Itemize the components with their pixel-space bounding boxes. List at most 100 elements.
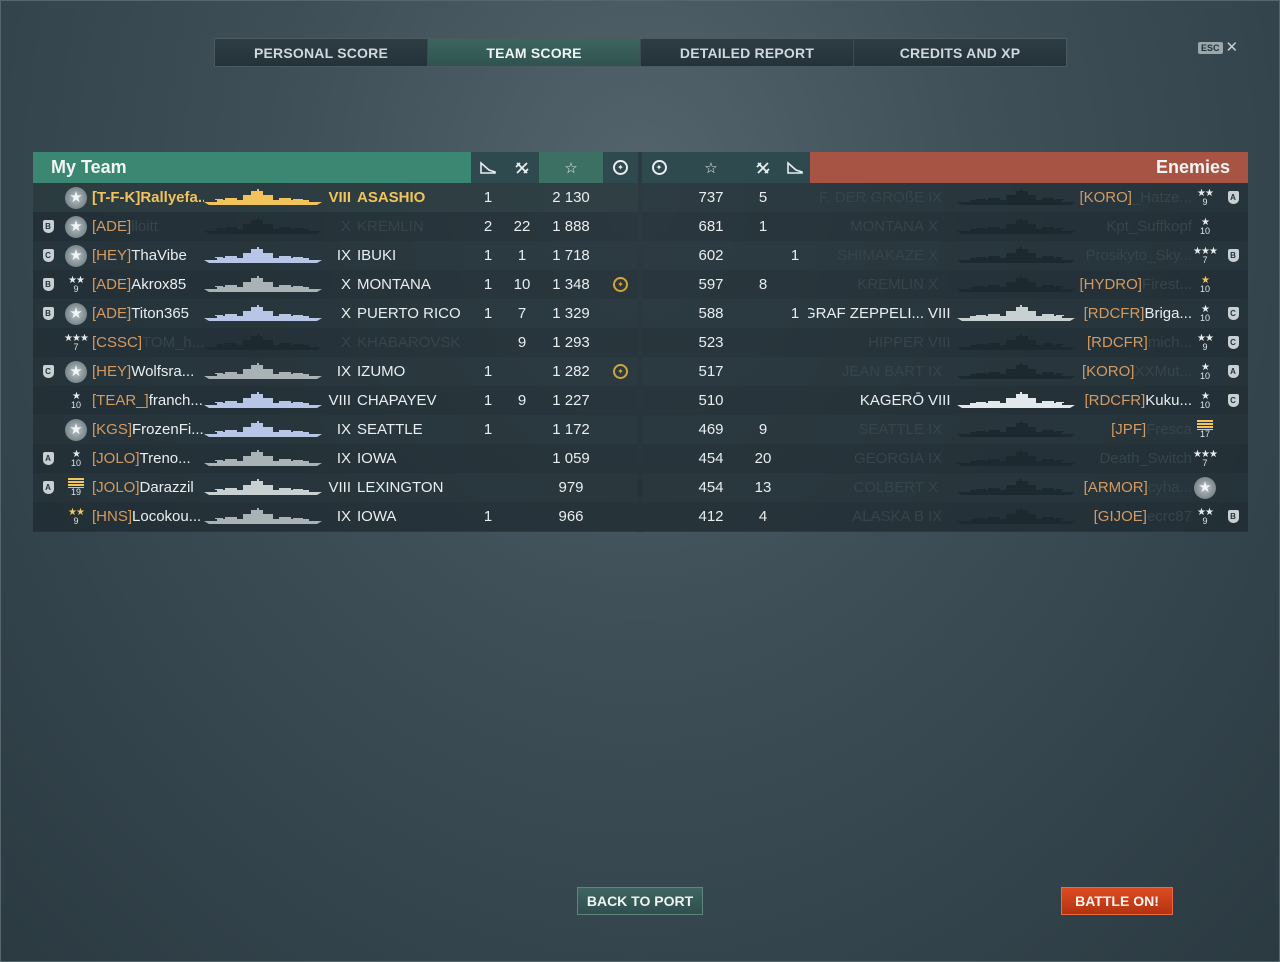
rank-stars-icon: ★★★ 7 [1193,448,1218,468]
frags-cell [746,386,780,415]
enemy-row[interactable]: 412 4 ALASKA B IX [GIJOE] ecrc87 ★★ 9 B [642,502,1248,531]
tier-cell: IX [325,444,351,473]
xp-value: 1 718 [552,247,590,264]
ship-silhouette [203,450,323,467]
frags-column-icon[interactable] [505,152,539,183]
achievements-column-icon[interactable]: ✦ [642,152,676,183]
player-cell: [JPF] Fresca [1080,415,1192,444]
division-cell [41,502,55,531]
xp-cell: 454 [676,444,746,473]
rank-medal-icon: ★ [64,302,88,326]
rank-stars-icon: ★ 10 [70,448,81,468]
player-name: Firest... [1141,276,1192,293]
player-row[interactable]: B ★ [ADE] Titon365 X PUERTO RICO 1 7 1 329 [33,299,638,328]
ship-name: IOWA [357,450,397,467]
rank-bars-icon: 19 [64,476,88,500]
enemy-row[interactable]: 523 HIPPER VIII [RDCFR] mich... ★★ 9 C [642,328,1248,357]
rank-medal-icon: ★ [64,244,88,268]
enemy-row[interactable]: 454 20 GEORGIA IX Death_Switch ★★★ 7 [642,444,1248,473]
xp-column-icon[interactable]: ☆ [676,152,746,183]
player-row[interactable]: A ★ 10 [JOLO] Treno... IX IOWA 1 059 [33,444,638,473]
battle-on-button[interactable]: BATTLE ON! [1061,887,1173,915]
frags-cell [505,357,539,386]
tab-personal-score[interactable]: PERSONAL SCORE [215,39,428,66]
division-cell: A [1226,357,1240,386]
ship-name: ALASKA B [852,508,924,525]
rank-cell: ★★ 9 [1192,183,1218,212]
planes-cell [471,328,505,357]
tier-cell: IX [325,357,351,386]
player-row[interactable]: B ★★ 9 [ADE] Akrox85 X MONTANA 1 10 1 348 ✦ [33,270,638,299]
ship-silhouette [203,421,323,438]
player-name: TOM_h... [142,334,204,351]
enemy-row[interactable]: 597 8 KREMLIN X [HYDRO] Firest... ★ 10 [642,270,1248,299]
xp-value: 454 [698,479,724,496]
esc-key-icon: ESC [1198,42,1223,54]
player-row[interactable]: ★ [KGS] FrozenFi... IX SEATTLE 1 1 172 [33,415,638,444]
planes-cell: 1 [471,270,505,299]
player-row[interactable]: C ★ [HEY] Wolfsra... IX IZUMO 1 1 282 ✦ [33,357,638,386]
frags-column-icon[interactable] [746,152,780,183]
rank-cell: ★★★ 7 [1192,241,1218,270]
enemy-row[interactable]: 602 1 SHIMAKAZE X Prosikyto_Sky... ★★★ 7 B [642,241,1248,270]
close-button[interactable]: ESC ✕ [1198,40,1238,55]
ship-name: PUERTO RICO [357,305,461,322]
tier-cell: IX [928,183,954,212]
back-to-port-button[interactable]: BACK TO PORT [577,887,703,915]
xp-cell: 469 [676,415,746,444]
ship-silhouette-icon [957,305,1075,321]
player-row[interactable]: A 19 [JOLO] Darazzil VIII LEXINGTON 979 [33,473,638,502]
player-row[interactable]: C ★ [HEY] ThaVibe IX IBUKI 1 1 1 718 [33,241,638,270]
achievement-cell [603,502,638,531]
ship-silhouette [203,276,323,293]
xp-cell: 1 888 [539,212,603,241]
ship-silhouette-icon [204,479,322,495]
player-row[interactable]: ★ [T-F-K] Rallyefa... VIII ASASHIO 1 2 130 [33,183,638,212]
player-name: FrozenFi... [132,421,204,438]
planes-value: 1 [483,392,493,409]
achievement-crest-icon: ✦ [613,364,628,379]
enemy-row[interactable]: 454 13 COLBERT X [ARMOR] cyha... ★ [642,473,1248,502]
planes-column-icon[interactable] [471,152,505,183]
player-cell: [KORO] XXMut... [1080,357,1192,386]
ship-name-cell: IZUMO [357,357,471,386]
planes-value: 1 [483,421,493,438]
enemy-row[interactable]: 681 1 MONTANA X Kpt_Suffkopf ★ 10 [642,212,1248,241]
enemy-row[interactable]: 737 5 F. DER GROßE IX [KORO] _Hatze... ★★ 9 A [642,183,1248,212]
rank-cell: ★ 10 [63,386,89,415]
xp-cell: 1 059 [539,444,603,473]
enemy-row[interactable]: 588 1 GRAF ZEPPELI... VIII [RDCFR] Briga... ★ 1… [642,299,1248,328]
frags-cell [505,183,539,212]
rank-stars-icon: ★ 10 [1199,274,1210,294]
ship-silhouette [956,392,1076,409]
enemy-row[interactable]: 469 9 SEATTLE IX [JPF] Fresca 17 [642,415,1248,444]
xp-cell: 1 293 [539,328,603,357]
my-team-panel: My Team ☆ ✦ ★ [T-F-K] Rallyefa... VIII ASASH… [33,152,638,532]
xp-value: 966 [558,508,584,525]
player-name: Wolfsra... [131,363,195,380]
player-cell: [HYDRO] Firest... [1080,270,1192,299]
tab-team-score[interactable]: TEAM SCORE [428,39,641,66]
ship-silhouette [956,276,1076,293]
player-row[interactable]: B ★ [ADE] lloitt X KREMLIN 2 22 1 888 [33,212,638,241]
player-name: Rallyefa... [140,189,204,206]
planes-column-icon[interactable] [780,152,810,183]
player-row[interactable]: ★★★ 7 [CSSC] TOM_h... X KHABAROVSK 9 1 293 [33,328,638,357]
xp-column-icon[interactable]: ☆ [539,152,603,183]
achievements-column-icon[interactable]: ✦ [603,152,638,183]
enemy-row[interactable]: 517 JEAN BART IX [KORO] XXMut... ★ 10 A [642,357,1248,386]
enemy-row[interactable]: 510 KAGERŌ VIII [RDCFR] Kuku... ★ 10 C [642,386,1248,415]
player-name: _Hatze... [1131,189,1192,206]
planes-cell: 1 [471,183,505,212]
tier-cell: IX [928,502,954,531]
tab-credits-xp[interactable]: CREDITS AND XP [854,39,1066,66]
ship-tier: IX [928,450,943,467]
player-row[interactable]: ★ 10 [TEAR_] franch... VIII CHAPAYEV 1 9 1 227 [33,386,638,415]
tab-detailed-report[interactable]: DETAILED REPORT [641,39,854,66]
rank-cell: ★ [1192,473,1218,502]
xp-cell: 979 [539,473,603,502]
achievement-cell [603,299,638,328]
planes-cell [471,444,505,473]
player-name: Locokou... [132,508,202,525]
player-row[interactable]: ★★ 9 [HNS] Locokou... IX IOWA 1 966 [33,502,638,531]
